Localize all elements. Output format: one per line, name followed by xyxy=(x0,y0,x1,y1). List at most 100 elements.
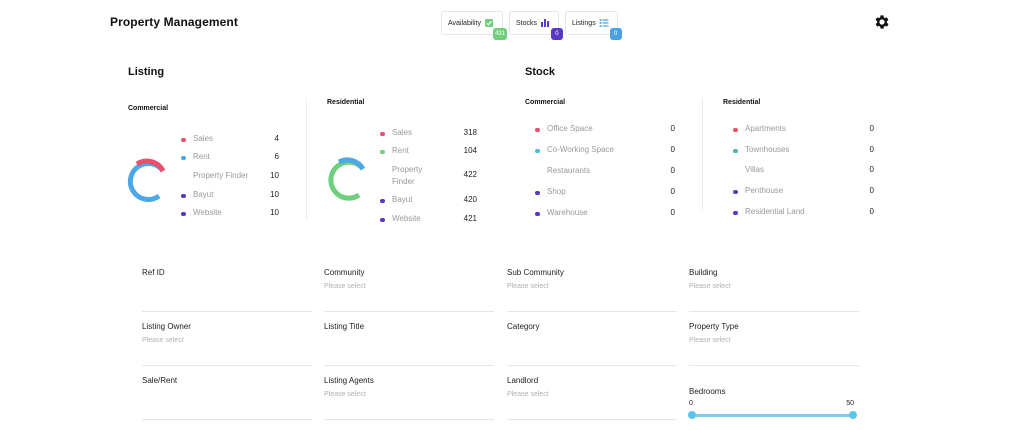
legend-value: 0 xyxy=(869,124,874,133)
listing-divider xyxy=(306,98,307,220)
stocks-pill[interactable]: Stocks 0 xyxy=(508,11,563,40)
listing-title-field[interactable]: Listing Title xyxy=(324,322,494,366)
category-field[interactable]: Category xyxy=(507,322,677,366)
legend-dot xyxy=(181,212,186,216)
legend-label: Sales xyxy=(193,134,214,143)
legend-dot xyxy=(380,218,385,222)
slider-min-handle[interactable] xyxy=(688,411,696,419)
legend-dot xyxy=(535,191,540,195)
stocks-label: Stocks xyxy=(515,19,537,27)
legend-item: Property Finder 10 xyxy=(181,171,279,185)
sub-community-select[interactable]: Sub Community Please select xyxy=(507,268,677,312)
legend-item: Bayut 10 xyxy=(181,190,279,204)
legend-dot xyxy=(535,212,540,216)
listing-residential-legend: Sales 318 Rent 104 Property Finder 422 B… xyxy=(380,128,477,228)
stock-commercial-title: Commercial xyxy=(525,99,566,106)
listing-title: Listing xyxy=(128,66,165,78)
legend-item: Townhouses 0 xyxy=(733,145,874,159)
property-type-select[interactable]: Property Type Please select xyxy=(689,322,859,366)
legend-label: Penthouse xyxy=(745,186,784,195)
field-placeholder: Please select xyxy=(142,337,184,344)
legend-item: Villas 0 xyxy=(733,165,874,179)
app-title: Property Management xyxy=(110,15,238,29)
legend-label: Website xyxy=(392,214,421,223)
legend-item: Apartments 0 xyxy=(733,124,874,138)
legend-dot xyxy=(181,194,186,198)
ref-id-field[interactable]: Ref ID xyxy=(142,268,312,312)
legend-item: Office Space 0 xyxy=(535,124,675,138)
listing-agents-select[interactable]: Listing Agents Please select xyxy=(324,376,494,420)
legend-dot xyxy=(733,190,738,194)
legend-dot xyxy=(380,132,385,136)
field-label: Ref ID xyxy=(142,268,165,277)
legend-label: Property Finder xyxy=(193,171,249,180)
stock-title: Stock xyxy=(525,66,555,78)
legend-dot xyxy=(733,128,738,132)
landlord-select[interactable]: Landlord Please select xyxy=(507,376,677,420)
legend-value: 10 xyxy=(270,190,279,199)
listing-residential-title: Residential xyxy=(327,99,365,106)
stock-residential-title: Residential xyxy=(723,99,761,106)
legend-value: 10 xyxy=(270,208,279,217)
legend-value: 0 xyxy=(869,186,874,195)
slider-max-handle[interactable] xyxy=(849,411,857,419)
legend-item: Shop 0 xyxy=(535,187,675,201)
legend-value: 0 xyxy=(869,145,874,154)
legend-dot xyxy=(733,149,738,153)
legend-item: Website 10 xyxy=(181,208,279,222)
gear-icon[interactable] xyxy=(873,13,891,31)
legend-label: Warehouse xyxy=(547,208,588,217)
field-label: Category xyxy=(507,322,540,331)
field-placeholder: Please select xyxy=(324,283,366,290)
legend-item: Residential Land 0 xyxy=(733,207,874,221)
field-label: Sale/Rent xyxy=(142,376,178,385)
legend-item: Warehouse 0 xyxy=(535,208,675,222)
field-label: Sub Community xyxy=(507,268,564,277)
legend-label: Apartments xyxy=(745,124,786,133)
check-square-icon xyxy=(484,19,493,27)
sale-rent-field[interactable]: Sale/Rent xyxy=(142,376,312,420)
legend-label: Rent xyxy=(193,152,210,161)
legend-dot xyxy=(380,150,385,154)
field-placeholder: Please select xyxy=(324,391,366,398)
bedrooms-label: Bedrooms xyxy=(689,387,726,396)
legend-label: Co-Working Space xyxy=(547,145,614,154)
legend-label: Rent xyxy=(392,146,409,155)
listing-commercial-title: Commercial xyxy=(128,105,169,112)
bar-chart-icon xyxy=(540,19,549,27)
availability-count: 431 xyxy=(492,28,507,40)
availability-label: Availability xyxy=(448,19,481,27)
bedrooms-max-value: 50 xyxy=(846,400,854,407)
legend-label: Property Finder xyxy=(392,165,423,186)
legend-label: Townhouses xyxy=(745,145,790,154)
bedrooms-min-value: 0 xyxy=(689,400,693,407)
listings-label: Listings xyxy=(571,19,596,27)
legend-value: 104 xyxy=(463,146,477,155)
field-label: Community xyxy=(324,268,365,277)
listings-pill[interactable]: Listings 0 xyxy=(564,11,622,40)
legend-item: Rent 104 xyxy=(380,146,477,160)
legend-value: 0 xyxy=(869,165,874,174)
building-select[interactable]: Building Please select xyxy=(689,268,859,312)
legend-item: Penthouse 0 xyxy=(733,186,874,200)
bedrooms-range-slider[interactable]: Bedrooms 0 50 xyxy=(688,385,859,425)
legend-item: Restaurants 0 xyxy=(535,166,675,180)
list-icon xyxy=(599,19,609,27)
legend-value: 422 xyxy=(463,170,477,179)
field-label: Listing Agents xyxy=(324,376,374,385)
field-label: Listing Title xyxy=(324,322,365,331)
slider-track[interactable] xyxy=(692,414,853,417)
field-placeholder: Please select xyxy=(689,337,731,344)
availability-pill[interactable]: Availability 431 xyxy=(441,11,507,40)
top-header: Property Management Availability 431 Sto… xyxy=(0,0,1024,46)
legend-label: Restaurants xyxy=(547,166,591,175)
listing-owner-select[interactable]: Listing Owner Please select xyxy=(142,322,312,366)
field-label: Landlord xyxy=(507,376,539,385)
legend-value: 420 xyxy=(463,195,477,204)
listing-commercial-donut xyxy=(127,158,166,202)
legend-label: Office Space xyxy=(547,124,593,133)
legend-dot xyxy=(535,128,540,132)
legend-value: 0 xyxy=(670,208,675,217)
community-select[interactable]: Community Please select xyxy=(324,268,494,312)
legend-item: Property Finder 422 xyxy=(380,164,477,188)
